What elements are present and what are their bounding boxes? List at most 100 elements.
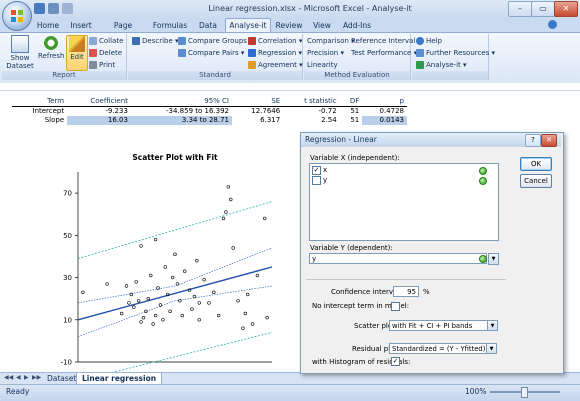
describe-icon [132, 37, 140, 45]
help-icon[interactable] [548, 20, 557, 29]
pencil-icon [69, 36, 85, 52]
save-icon[interactable] [34, 3, 45, 14]
data-point [158, 303, 163, 307]
reference-interval-button[interactable]: Reference Interval [351, 36, 415, 46]
data-point [250, 322, 255, 326]
header-p: p [362, 97, 407, 107]
precision-button[interactable]: Precision ▾ [307, 48, 344, 58]
help-button[interactable]: Help [416, 36, 442, 46]
data-point [226, 185, 231, 189]
data-point [255, 273, 260, 278]
pi-band-upper [77, 201, 273, 259]
checkbox-x[interactable]: ✓ [312, 166, 321, 175]
zoom-level[interactable]: 100% [465, 387, 486, 396]
test-performance-label: Test Performance [351, 49, 412, 57]
edit-button[interactable]: Edit [66, 35, 88, 71]
coefficients-table: Term Coefficient 95% CI SE t statistic D… [12, 97, 407, 125]
first-sheet-icon[interactable]: ◀◀ [4, 374, 13, 381]
linearity-label: Linearity [307, 61, 338, 69]
tab-insert[interactable]: Insert [66, 19, 96, 32]
data-point [202, 277, 206, 282]
next-sheet-icon[interactable]: ▶ [24, 374, 29, 381]
tab-formulas[interactable]: Formulas [150, 19, 190, 32]
no-intercept-checkbox[interactable] [391, 302, 400, 311]
scatter-plot-select[interactable]: with Fit + CI + PI bands ▼ [389, 320, 498, 331]
tab-data[interactable]: Data [194, 19, 222, 32]
tab-review[interactable]: Review [273, 19, 305, 32]
describe-button[interactable]: Describe ▾ [132, 36, 179, 46]
table-cell: 6.317 [260, 116, 281, 124]
histogram-checkbox[interactable]: ✓ [391, 357, 400, 366]
zoom-slider-handle[interactable] [521, 387, 528, 398]
y-tick-label: 30 [63, 274, 72, 282]
tab-home[interactable]: Home [34, 19, 62, 32]
data-point [183, 269, 187, 273]
show-dataset-button[interactable]: Show Dataset [6, 35, 34, 70]
scatter-chart[interactable]: Scatter Plot with Fit 70 50 30 10 -10 [40, 150, 300, 372]
describe-label: Describe [142, 37, 173, 45]
variable-y-label: Variable Y (dependent): [310, 244, 393, 252]
print-button[interactable]: Print [89, 60, 115, 70]
minimize-button[interactable]: – [508, 1, 532, 17]
dialog-close-button[interactable]: ✕ [541, 134, 557, 147]
data-point [231, 246, 235, 250]
fit-bands [77, 201, 273, 372]
tab-add-ins[interactable]: Add-Ins [339, 19, 375, 32]
residual-plot-value: Standardized = (Y - Yfitted) / SD [392, 345, 497, 353]
compare-pairs-button[interactable]: Compare Pairs ▾ [178, 48, 244, 58]
cancel-button[interactable]: Cancel [520, 174, 552, 188]
tab-page-layout[interactable]: Page Layout [100, 19, 146, 43]
compare-groups-button[interactable]: Compare Groups ▾ [178, 36, 253, 46]
data-point [139, 244, 143, 248]
redo-icon[interactable] [62, 3, 73, 14]
confidence-input[interactable]: 95 [393, 286, 419, 297]
variable-y-field[interactable]: y [309, 253, 487, 264]
collate-button[interactable]: Collate [89, 36, 123, 46]
table-icon [11, 35, 29, 53]
correlation-button[interactable]: Correlation ▾ [248, 36, 302, 46]
data-point [195, 258, 199, 263]
data-point [180, 313, 184, 318]
office-button[interactable] [2, 1, 32, 31]
data-point [170, 275, 175, 280]
linearity-button[interactable]: Linearity [307, 60, 338, 70]
table-cell: Intercept [32, 107, 65, 115]
close-button[interactable]: ✕ [554, 1, 578, 17]
regression-button[interactable]: Regression ▾ [248, 48, 302, 58]
analyse-it-button[interactable]: Analyse-it ▾ [416, 60, 467, 70]
refresh-button[interactable]: Refresh [38, 35, 64, 60]
data-point [119, 311, 124, 316]
tab-analyse-it[interactable]: Analyse-it [225, 18, 271, 33]
further-resources-button[interactable]: Further Resources ▾ [416, 48, 495, 58]
header-term: Term [12, 97, 68, 107]
residual-plot-select[interactable]: Standardized = (Y - Yfitted) / SD ▼ [389, 343, 497, 354]
fit-line [77, 266, 273, 321]
formula-bar[interactable] [0, 83, 580, 91]
list-item[interactable]: y [312, 176, 494, 185]
maximize-button[interactable]: ▭ [531, 1, 555, 17]
table-cell: 51 [350, 116, 360, 124]
data-point [136, 299, 141, 303]
table-cell: -0.72 [318, 107, 337, 115]
dialog-help-button[interactable]: ? [525, 134, 541, 147]
data-point [105, 282, 109, 286]
list-item[interactable]: ✓ x [312, 166, 494, 175]
delete-button[interactable]: Delete [89, 48, 122, 58]
undo-icon[interactable] [48, 3, 59, 14]
prev-sheet-icon[interactable]: ◀ [16, 374, 21, 381]
method-evaluation-label: Method Evaluation [304, 71, 410, 80]
data-point [197, 318, 201, 322]
compare-pairs-label: Compare Pairs [188, 49, 239, 57]
variable-y-dropdown[interactable]: ▼ [488, 253, 499, 265]
y-tick-label: 10 [63, 316, 72, 324]
data-point [243, 311, 248, 316]
checkbox-y[interactable] [312, 176, 321, 185]
agreement-button[interactable]: Agreement ▾ [248, 60, 303, 70]
resources-icon [416, 49, 424, 57]
tab-view[interactable]: View [309, 19, 335, 32]
last-sheet-icon[interactable]: ▶▶ [32, 374, 41, 381]
header-ci: 95% CI [130, 97, 232, 107]
ok-button[interactable]: OK [520, 157, 552, 171]
test-performance-button[interactable]: Test Performance ▾ [351, 48, 417, 58]
comparison-button[interactable]: Comparison ▾ [307, 36, 355, 46]
